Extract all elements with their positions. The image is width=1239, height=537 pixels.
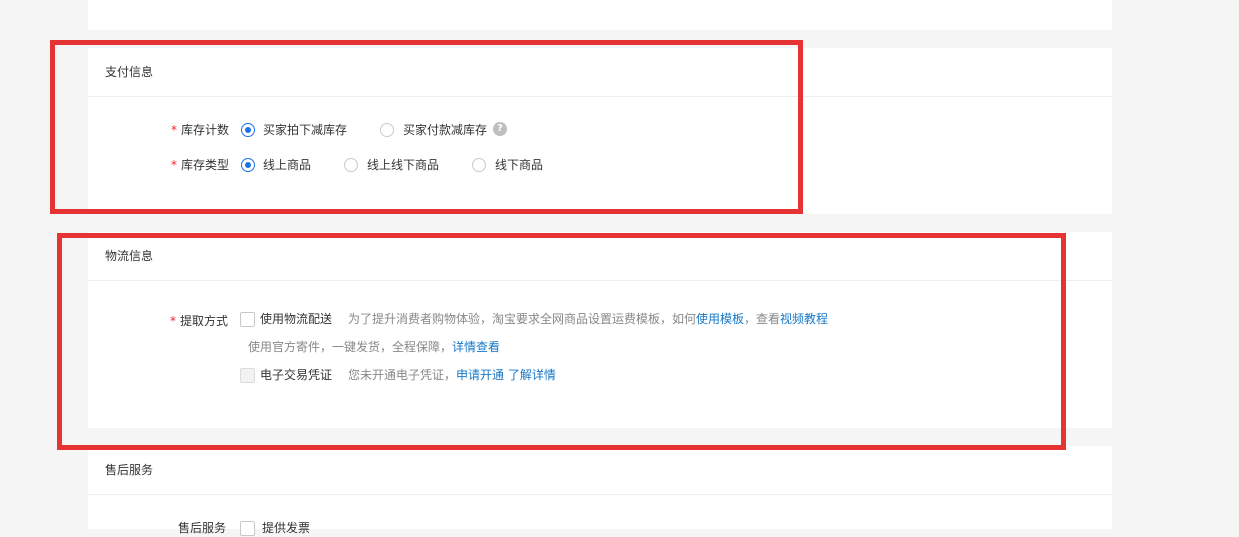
question-circle-icon[interactable]: ? — [493, 122, 507, 136]
checkbox-logistics-delivery[interactable] — [240, 312, 255, 327]
checkbox-logistics-delivery-label[interactable]: 使用物流配送 — [260, 310, 332, 328]
stock-type-row: * 库存类型 — [88, 156, 229, 174]
logistics-delivery-sub-hint: 使用官方寄件，一键发货，全程保障，详情查看 — [248, 340, 501, 354]
radio-offline-goods-label[interactable]: 线下商品 — [495, 156, 543, 174]
radio-stock-on-payment[interactable] — [380, 123, 394, 137]
stock-type-label: * 库存类型 — [170, 158, 229, 172]
logistics-delivery-hint: 为了提升消费者购物体验，淘宝要求全网商品设置运费模板，如何使用模板，查看视频教程 — [348, 312, 829, 326]
logistics-card: 物流信息 * 提取方式 使用物流配送 为了提升消费者购物体验，淘宝要求全网商品设置… — [88, 232, 1112, 428]
after-sale-row-label: 售后服务 — [178, 521, 227, 535]
radio-online-goods-label[interactable]: 线上商品 — [263, 156, 311, 174]
checkbox-e-voucher[interactable] — [240, 368, 255, 383]
radio-offline-goods[interactable] — [472, 158, 486, 172]
video-tutorial-link[interactable]: 视频教程 — [780, 312, 828, 326]
top-card — [88, 0, 1112, 30]
apply-link[interactable]: 申请开通 — [456, 368, 504, 382]
payment-card-divider — [88, 96, 1112, 97]
checkbox-e-voucher-label[interactable]: 电子交易凭证 — [260, 366, 332, 384]
after-sale-card-title: 售后服务 — [105, 463, 154, 477]
radio-stock-on-payment-label[interactable]: 买家付款减库存 — [403, 121, 487, 139]
radio-online-offline-goods-label[interactable]: 线上线下商品 — [367, 156, 439, 174]
pickup-label: * 提取方式 — [169, 314, 228, 328]
stock-count-row: * 库存计数 — [88, 121, 229, 139]
required-mark: * — [170, 158, 177, 172]
checkbox-invoice-label[interactable]: 提供发票 — [262, 519, 310, 537]
logistics-card-divider — [88, 280, 1112, 281]
required-mark: * — [170, 123, 177, 137]
radio-online-offline-goods[interactable] — [344, 158, 358, 172]
after-sale-card-divider — [88, 494, 1112, 495]
after-sale-card: 售后服务 售后服务 提供发票 — [88, 446, 1112, 536]
payment-card: 支付信息 * 库存计数 买家拍下减库存 买家付款减库存 ? * 库存类型 线上商品 … — [88, 48, 1112, 214]
radio-stock-on-order-label[interactable]: 买家拍下减库存 — [263, 121, 347, 139]
payment-card-title: 支付信息 — [105, 65, 154, 79]
pickup-row: * 提取方式 — [88, 312, 228, 330]
stock-count-label: * 库存计数 — [170, 123, 229, 137]
learn-more-link[interactable]: 了解详情 — [508, 368, 556, 382]
e-voucher-hint: 您未开通电子凭证，申请开通 了解详情 — [348, 368, 556, 382]
use-template-link[interactable]: 使用模板 — [696, 312, 744, 326]
radio-stock-on-order[interactable] — [241, 123, 255, 137]
details-link[interactable]: 详情查看 — [452, 340, 500, 354]
logistics-card-title: 物流信息 — [105, 249, 154, 263]
radio-online-goods[interactable] — [241, 158, 255, 172]
required-mark: * — [169, 314, 176, 328]
